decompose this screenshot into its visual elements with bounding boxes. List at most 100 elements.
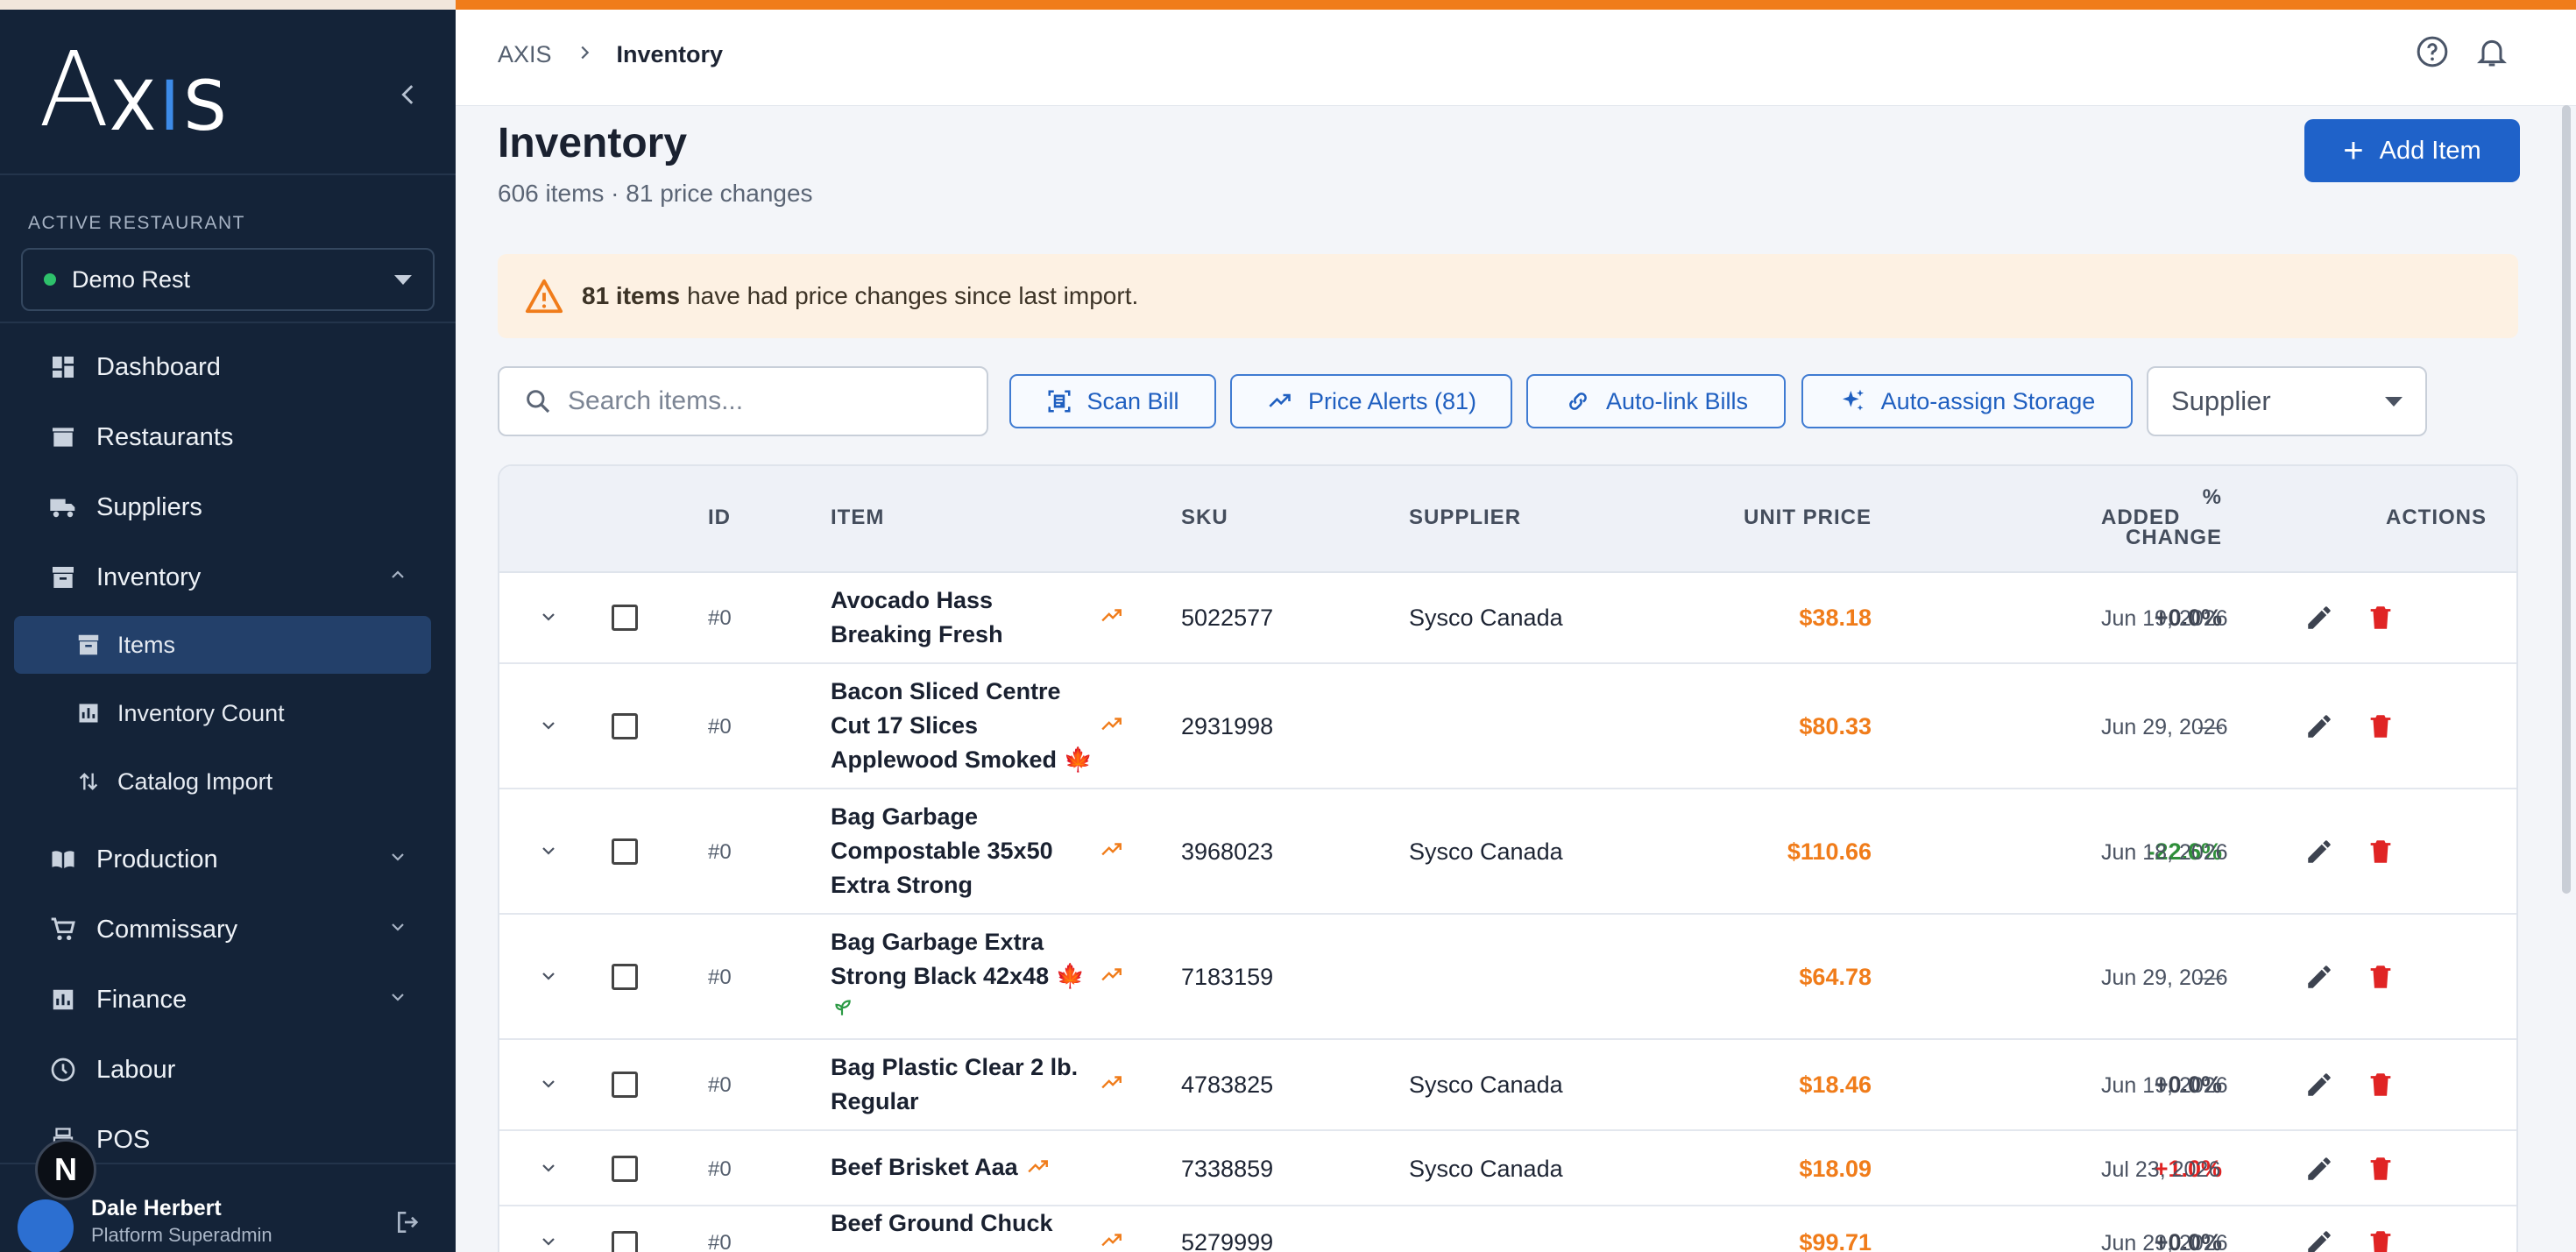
top-header: AXIS Inventory bbox=[456, 10, 2576, 106]
row-sku: 7338859 bbox=[1181, 1156, 1274, 1182]
top-bar-left-segment bbox=[0, 0, 456, 10]
edit-icon[interactable] bbox=[2304, 837, 2334, 866]
row-checkbox[interactable] bbox=[612, 838, 638, 865]
sidebar-divider bbox=[0, 173, 456, 175]
price-change-alert: 81 items have had price changes since la… bbox=[498, 254, 2518, 338]
table-row[interactable]: #0 Bacon Sliced Centre Cut 17 Slices Apple… bbox=[499, 664, 2516, 789]
archive-icon bbox=[47, 562, 79, 593]
expand-row-icon[interactable] bbox=[538, 1231, 559, 1252]
auto-link-bills-button[interactable]: Auto-link Bills bbox=[1526, 374, 1786, 428]
dev-badge[interactable]: N bbox=[35, 1139, 96, 1200]
row-sku: 5022577 bbox=[1181, 605, 1274, 631]
column-header-unit-price[interactable]: UNIT PRICE bbox=[1738, 506, 1872, 530]
add-item-button[interactable]: + Add Item bbox=[2304, 119, 2520, 182]
inventory-table: ID ITEM SKU SUPPLIER UNIT PRICE % CHANGE… bbox=[498, 464, 2518, 1252]
user-role: Platform Superadmin bbox=[91, 1224, 272, 1246]
sidebar-subitem-inventory-count[interactable]: Inventory Count bbox=[14, 684, 431, 742]
price-alerts-button[interactable]: Price Alerts (81) bbox=[1230, 374, 1512, 428]
table-row[interactable]: #0 Avocado Hass Breaking Fresh 5022577 Sy… bbox=[499, 573, 2516, 664]
row-checkbox[interactable] bbox=[612, 964, 638, 990]
page-scrollbar[interactable] bbox=[2562, 105, 2571, 894]
caret-down-icon bbox=[394, 274, 412, 285]
column-header-item[interactable]: ITEM bbox=[831, 506, 884, 530]
collapse-sidebar-button[interactable] bbox=[391, 80, 426, 115]
auto-assign-storage-button[interactable]: Auto-assign Storage bbox=[1801, 374, 2133, 428]
restaurant-select[interactable]: Demo Rest bbox=[21, 248, 435, 311]
expand-row-icon[interactable] bbox=[538, 1073, 559, 1100]
breadcrumb-root[interactable]: AXIS bbox=[498, 41, 552, 68]
item-name[interactable]: Beef Ground Chuck bbox=[831, 1206, 1053, 1241]
delete-icon[interactable] bbox=[2366, 603, 2396, 633]
status-dot-icon bbox=[44, 273, 56, 286]
chevron-left-icon bbox=[401, 85, 414, 104]
auto-assign-label: Auto-assign Storage bbox=[1880, 387, 2096, 414]
table-row[interactable]: #0 Beef Ground Chuck 5279999 $99.71 +0.0… bbox=[499, 1206, 2516, 1252]
delete-icon[interactable] bbox=[2366, 1154, 2396, 1184]
help-icon[interactable] bbox=[2415, 34, 2455, 74]
search-input[interactable] bbox=[568, 386, 953, 416]
row-added-date: Jun 19, 2026 bbox=[2101, 606, 2228, 631]
axis-logo: A XIS bbox=[39, 36, 230, 141]
delete-icon[interactable] bbox=[2366, 1070, 2396, 1100]
search-box[interactable] bbox=[498, 366, 988, 436]
item-name[interactable]: Bacon Sliced Centre Cut 17 Slices Applewoo… bbox=[831, 675, 1093, 777]
edit-icon[interactable] bbox=[2304, 1154, 2334, 1184]
row-supplier: Sysco Canada bbox=[1409, 1156, 1563, 1182]
column-header-supplier[interactable]: SUPPLIER bbox=[1409, 506, 1521, 530]
row-checkbox[interactable] bbox=[612, 1072, 638, 1098]
sidebar-item-label: Suppliers bbox=[96, 492, 202, 521]
item-name[interactable]: Bag Garbage Compostable 35x50 Extra Strong bbox=[831, 800, 1053, 902]
avatar[interactable] bbox=[18, 1199, 74, 1252]
expand-row-icon[interactable] bbox=[538, 1157, 559, 1184]
row-checkbox[interactable] bbox=[612, 1231, 638, 1252]
row-checkbox[interactable] bbox=[612, 605, 638, 631]
sidebar-item-finance[interactable]: Finance bbox=[0, 972, 456, 1028]
column-header-sku[interactable]: SKU bbox=[1181, 506, 1228, 530]
sidebar-subitem-items[interactable]: Items bbox=[14, 616, 431, 674]
column-header-id[interactable]: ID bbox=[708, 506, 731, 530]
delete-icon[interactable] bbox=[2366, 962, 2396, 992]
sidebar-item-suppliers[interactable]: Suppliers bbox=[0, 479, 456, 535]
row-checkbox[interactable] bbox=[612, 713, 638, 739]
item-name[interactable]: Bag Garbage Extra Strong Black 42x48 🍁 bbox=[831, 925, 1085, 1028]
delete-icon[interactable] bbox=[2366, 1227, 2396, 1252]
edit-icon[interactable] bbox=[2304, 1227, 2334, 1252]
sparkle-icon bbox=[1839, 387, 1867, 415]
expand-row-icon[interactable] bbox=[538, 840, 559, 866]
expand-row-icon[interactable] bbox=[538, 715, 559, 741]
logout-icon[interactable] bbox=[394, 1208, 424, 1238]
column-header-added[interactable]: ADDED bbox=[2101, 506, 2180, 530]
sidebar-subitem-catalog-import[interactable]: Catalog Import bbox=[14, 753, 431, 810]
page-title: Inventory bbox=[498, 120, 688, 166]
table-row[interactable]: #0 Bag Garbage Extra Strong Black 42x48 🍁… bbox=[499, 915, 2516, 1040]
edit-icon[interactable] bbox=[2304, 1070, 2334, 1100]
supplier-filter-select[interactable]: Supplier bbox=[2147, 366, 2427, 436]
row-checkbox[interactable] bbox=[612, 1156, 638, 1182]
sidebar-item-labour[interactable]: Labour bbox=[0, 1042, 456, 1098]
sidebar-item-production[interactable]: Production bbox=[0, 831, 456, 888]
sidebar-item-dashboard[interactable]: Dashboard bbox=[0, 339, 456, 395]
sidebar-subitem-label: Items bbox=[117, 631, 176, 658]
sidebar-item-commissary[interactable]: Commissary bbox=[0, 902, 456, 958]
sidebar-item-label: Inventory bbox=[96, 562, 202, 591]
row-sku: 5279999 bbox=[1181, 1229, 1274, 1252]
sidebar-item-restaurants[interactable]: Restaurants bbox=[0, 409, 456, 465]
table-row[interactable]: #0 Bag Garbage Compostable 35x50 Extra Str… bbox=[499, 789, 2516, 915]
edit-icon[interactable] bbox=[2304, 711, 2334, 741]
expand-row-icon[interactable] bbox=[538, 606, 559, 633]
item-name[interactable]: Beef Brisket Aaa bbox=[831, 1150, 1018, 1185]
item-name[interactable]: Bag Plastic Clear 2 lb. Regular bbox=[831, 1050, 1078, 1119]
delete-icon[interactable] bbox=[2366, 837, 2396, 866]
sidebar-item-label: Production bbox=[96, 845, 218, 874]
edit-icon[interactable] bbox=[2304, 962, 2334, 992]
expand-row-icon[interactable] bbox=[538, 966, 559, 992]
delete-icon[interactable] bbox=[2366, 711, 2396, 741]
trending-up-icon bbox=[1099, 605, 1125, 633]
table-row[interactable]: #0 Bag Plastic Clear 2 lb. Regular 478382… bbox=[499, 1040, 2516, 1131]
sidebar-item-inventory[interactable]: Inventory bbox=[0, 549, 456, 605]
bell-icon[interactable] bbox=[2474, 34, 2515, 74]
scan-bill-button[interactable]: Scan Bill bbox=[1009, 374, 1216, 428]
edit-icon[interactable] bbox=[2304, 603, 2334, 633]
table-row[interactable]: #0 Beef Brisket Aaa 7338859 Sysco Canada… bbox=[499, 1131, 2516, 1206]
item-name[interactable]: Avocado Hass Breaking Fresh bbox=[831, 584, 1003, 652]
